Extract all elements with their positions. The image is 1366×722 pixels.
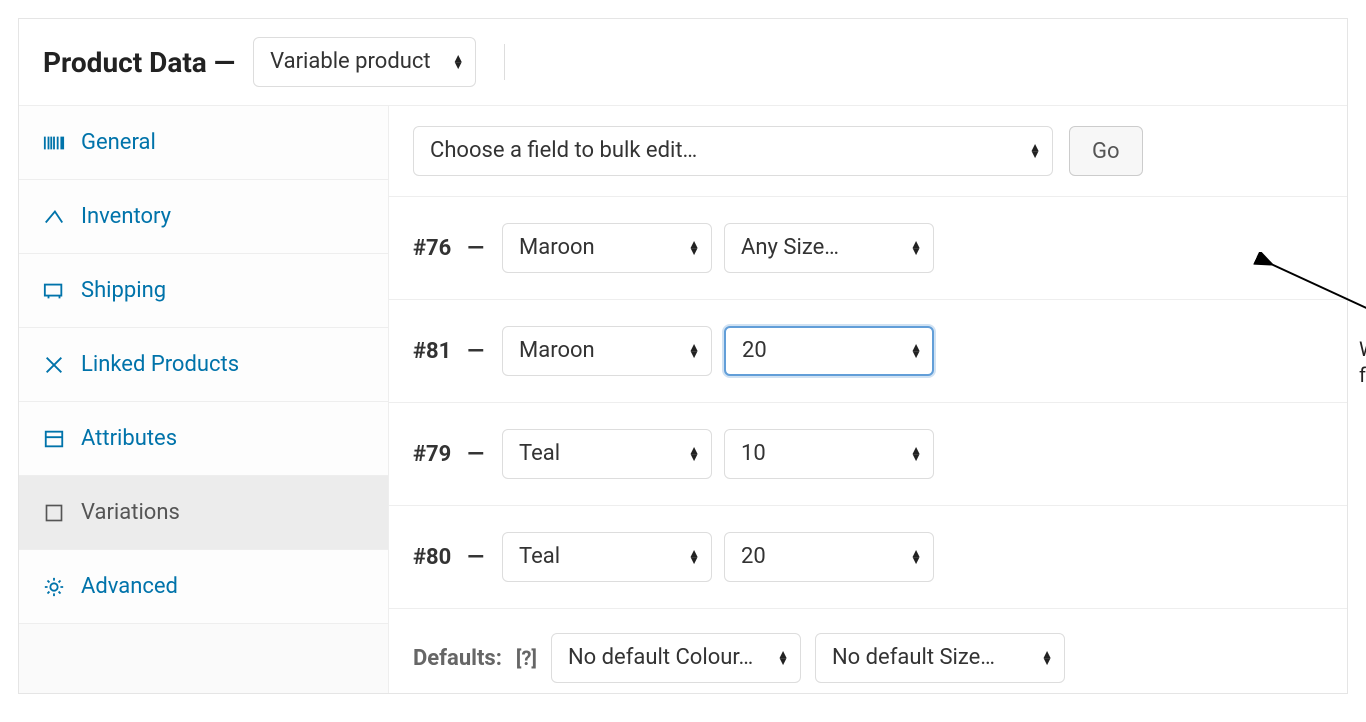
panel-title: Product Data — bbox=[43, 46, 235, 79]
dash: — bbox=[467, 339, 484, 364]
default-colour-select[interactable]: No default Colour… bbox=[551, 633, 801, 683]
square-icon bbox=[43, 502, 65, 524]
tab-attributes[interactable]: Attributes bbox=[19, 402, 388, 476]
product-data-panel: Product Data — Variable product ▲▼ Gener… bbox=[18, 18, 1348, 694]
annotation-text: Will result in an empty value in the fee… bbox=[1359, 336, 1366, 388]
variation-row[interactable]: #81 — Maroon ▲▼ 20 ▲▼ bbox=[389, 300, 1347, 403]
tab-label: Attributes bbox=[81, 426, 177, 451]
bulk-edit-row: Choose a field to bulk edit… ▲▼ Go bbox=[389, 106, 1347, 197]
tab-label: Advanced bbox=[81, 574, 178, 599]
defaults-row: Defaults: [?] No default Colour… ▲▼ No d… bbox=[389, 609, 1347, 693]
tab-general[interactable]: General bbox=[19, 106, 388, 180]
variation-size-select[interactable]: 20 bbox=[724, 532, 934, 582]
variation-colour-select[interactable]: Maroon bbox=[502, 223, 712, 273]
dash: — bbox=[467, 236, 484, 261]
barcode-icon bbox=[43, 132, 65, 154]
product-type-select-wrap: Variable product ▲▼ bbox=[253, 37, 476, 87]
cloud-icon bbox=[43, 206, 65, 228]
dash: — bbox=[467, 545, 484, 570]
dash: — bbox=[467, 442, 484, 467]
list-icon bbox=[43, 428, 65, 450]
help-icon[interactable]: [?] bbox=[516, 646, 537, 670]
panel-body: General Inventory Shipping Linked Produc… bbox=[19, 106, 1347, 693]
variation-colour-select[interactable]: Teal bbox=[502, 429, 712, 479]
variation-id: #80 bbox=[413, 545, 451, 570]
tab-advanced[interactable]: Advanced bbox=[19, 550, 388, 624]
tab-label: Variations bbox=[81, 500, 180, 525]
variation-row[interactable]: #76 — Maroon ▲▼ Any Size… ▲▼ bbox=[389, 197, 1347, 300]
variation-size-select[interactable]: 10 bbox=[724, 429, 934, 479]
tabs-sidebar: General Inventory Shipping Linked Produc… bbox=[19, 106, 389, 693]
truck-icon bbox=[43, 280, 65, 302]
variation-size-select[interactable]: Any Size… bbox=[724, 223, 934, 273]
variation-id: #76 bbox=[413, 236, 451, 261]
tab-linked-products[interactable]: Linked Products bbox=[19, 328, 388, 402]
tab-label: General bbox=[81, 130, 156, 155]
tab-label: Shipping bbox=[81, 278, 166, 303]
variation-colour-select[interactable]: Teal bbox=[502, 532, 712, 582]
tab-variations[interactable]: Variations bbox=[19, 476, 388, 550]
gear-icon bbox=[43, 576, 65, 598]
panel-header: Product Data — Variable product ▲▼ bbox=[19, 19, 1347, 106]
default-size-select[interactable]: No default Size… bbox=[815, 633, 1065, 683]
variation-size-select[interactable]: 20 bbox=[724, 326, 934, 376]
defaults-label: Defaults: bbox=[413, 646, 502, 671]
link-icon bbox=[43, 354, 65, 376]
variations-content: Choose a field to bulk edit… ▲▼ Go #76 —… bbox=[389, 106, 1347, 693]
variation-row[interactable]: #79 — Teal ▲▼ 10 ▲▼ bbox=[389, 403, 1347, 506]
tab-inventory[interactable]: Inventory bbox=[19, 180, 388, 254]
tab-shipping[interactable]: Shipping bbox=[19, 254, 388, 328]
variation-colour-select[interactable]: Maroon bbox=[502, 326, 712, 376]
go-button[interactable]: Go bbox=[1069, 126, 1143, 176]
tab-label: Linked Products bbox=[81, 352, 239, 377]
tab-label: Inventory bbox=[81, 204, 171, 229]
variation-row[interactable]: #80 — Teal ▲▼ 20 ▲▼ bbox=[389, 506, 1347, 609]
product-type-select[interactable]: Variable product bbox=[253, 37, 476, 87]
variation-id: #81 bbox=[413, 339, 451, 364]
vertical-separator bbox=[504, 44, 505, 80]
variation-id: #79 bbox=[413, 442, 451, 467]
bulk-edit-select[interactable]: Choose a field to bulk edit… bbox=[413, 126, 1053, 176]
